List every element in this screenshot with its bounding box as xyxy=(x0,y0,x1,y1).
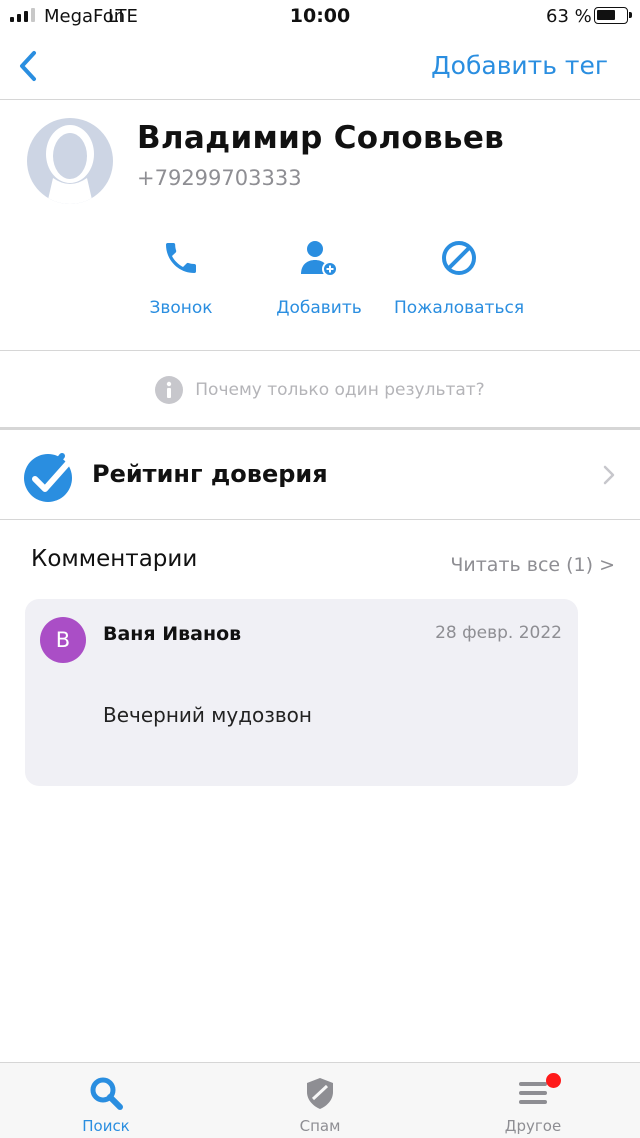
add-contact-button[interactable]: Добавить xyxy=(244,238,394,318)
add-tag-button[interactable]: Добавить тег xyxy=(431,51,608,80)
trust-rating-row[interactable]: Рейтинг доверия xyxy=(0,430,640,520)
report-label: Пожаловаться xyxy=(393,298,525,318)
trust-rating-title: Рейтинг доверия xyxy=(92,460,328,488)
shield-icon xyxy=(307,1078,333,1109)
report-button[interactable]: Пожаловаться xyxy=(384,238,534,318)
tab-search[interactable]: Поиск xyxy=(36,1063,176,1138)
comment-text: Вечерний мудозвон xyxy=(103,703,312,727)
notification-badge xyxy=(546,1073,561,1088)
block-icon xyxy=(442,241,476,275)
comment-date: 28 февр. 2022 xyxy=(435,623,562,643)
contact-name: Владимир Соловьев xyxy=(137,120,505,156)
tab-other-label: Другое xyxy=(504,1117,562,1135)
add-contact-icon xyxy=(301,241,338,277)
battery-percent: 63 % xyxy=(546,6,592,27)
contact-avatar xyxy=(27,118,113,204)
contact-actions: Звонок Добавить Пожаловаться xyxy=(0,238,640,328)
chevron-left-icon xyxy=(20,51,36,81)
call-label: Звонок xyxy=(149,298,213,318)
back-button[interactable] xyxy=(14,48,44,84)
comments-heading: Комментарии xyxy=(31,546,198,572)
call-button[interactable]: Звонок xyxy=(106,238,256,318)
why-one-result-link[interactable]: Почему только один результат? xyxy=(0,372,640,408)
navigation-bar: Добавить тег xyxy=(0,34,640,100)
tab-search-label: Поиск xyxy=(82,1117,130,1135)
tab-other[interactable]: Другое xyxy=(463,1063,603,1138)
add-contact-label: Добавить xyxy=(276,298,362,318)
comment-card[interactable]: В Ваня Иванов 28 февр. 2022 Вечерний муд… xyxy=(25,599,578,786)
tab-bar: Поиск Спам Другое xyxy=(0,1062,640,1138)
phone-icon xyxy=(166,243,196,273)
divider xyxy=(0,350,640,351)
read-all-link[interactable]: Читать все (1) > xyxy=(450,554,615,576)
comment-author: Ваня Иванов xyxy=(103,623,242,645)
person-silhouette-icon xyxy=(46,125,94,204)
why-one-result-text: Почему только один результат? xyxy=(195,380,485,400)
battery-icon xyxy=(594,7,632,24)
search-icon xyxy=(90,1077,123,1110)
verified-check-icon xyxy=(24,453,72,502)
clock: 10:00 xyxy=(289,5,351,27)
info-icon xyxy=(155,376,184,404)
contact-phone: +79299703333 xyxy=(137,166,302,190)
chevron-right-icon xyxy=(603,465,615,485)
comment-avatar: В xyxy=(40,617,86,663)
tab-spam[interactable]: Спам xyxy=(250,1063,390,1138)
status-bar: MegaFon LTE 10:00 63 % xyxy=(0,0,640,34)
tab-spam-label: Спам xyxy=(299,1117,341,1135)
